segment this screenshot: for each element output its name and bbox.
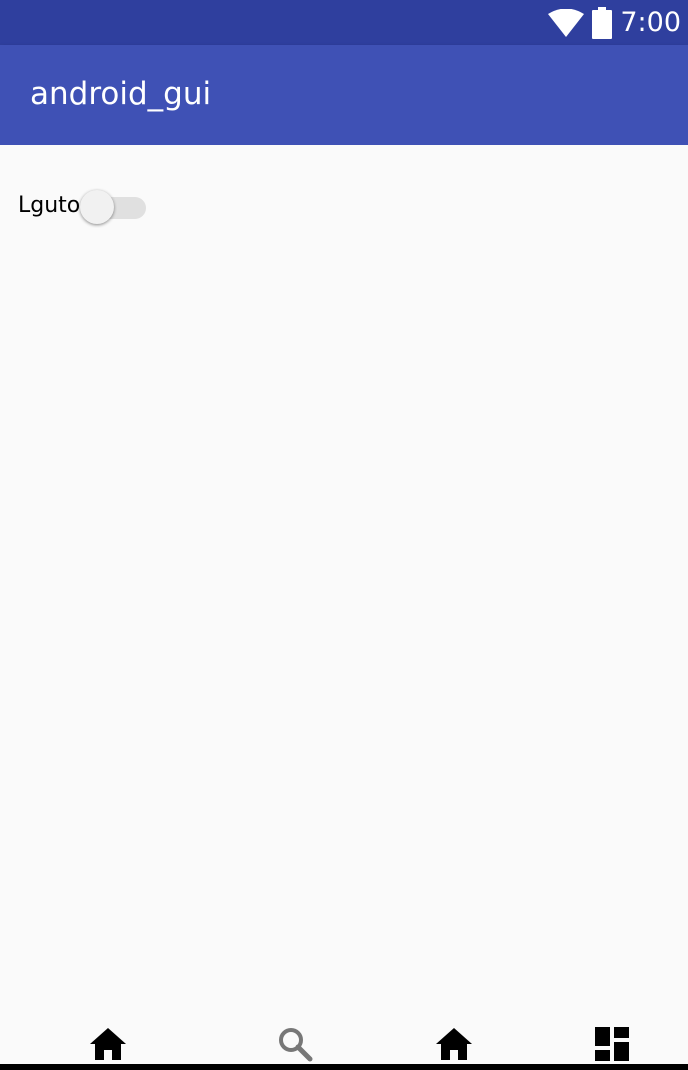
nav-home-button-2[interactable]	[434, 1024, 474, 1064]
lguto-switch-row[interactable]: Lguto	[18, 188, 147, 224]
bottom-navigation	[0, 1022, 688, 1064]
bottom-edge	[0, 1064, 688, 1070]
search-icon	[279, 1028, 313, 1062]
nav-dashboard-button[interactable]	[592, 1024, 632, 1064]
wifi-icon	[548, 8, 585, 37]
main-content: Lguto	[0, 145, 688, 1022]
status-bar: 7:00	[0, 0, 688, 45]
dashboard-icon	[595, 1027, 629, 1061]
nav-home-button[interactable]	[88, 1024, 128, 1064]
home-icon	[436, 1028, 472, 1060]
app-title: android_gui	[30, 76, 212, 112]
status-icons: 7:00	[548, 0, 681, 45]
nav-search-button[interactable]	[275, 1024, 315, 1064]
status-time: 7:00	[620, 7, 681, 38]
lguto-switch[interactable]	[80, 188, 147, 224]
battery-icon	[592, 6, 613, 39]
switch-label: Lguto	[18, 193, 81, 218]
app-bar: android_gui	[0, 45, 688, 145]
home-icon	[90, 1028, 126, 1060]
